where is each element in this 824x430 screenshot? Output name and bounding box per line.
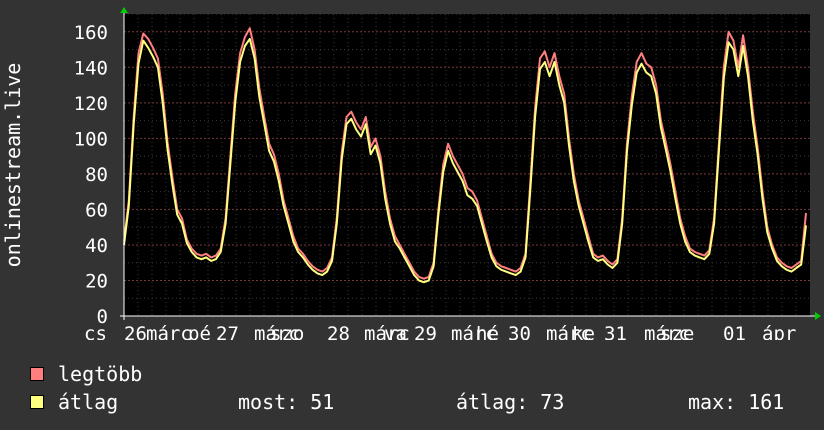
x-tick-label: 01: [723, 323, 746, 340]
legend-label-avg: átlag: [58, 390, 119, 414]
x-tick-label: pé: [188, 323, 211, 340]
x-tick-label: 29: [414, 323, 437, 340]
y-tick-label: 100: [74, 128, 108, 150]
x-tick-labels: cs 26 márcpé 27 márcszo 28 márcva 29 márché 30 már…: [84, 323, 796, 340]
x-tick-label: 30: [508, 323, 531, 340]
chart: 020406080100120140160 cs 26 márcpé 27 márcsz…: [1, 7, 821, 340]
y-tick-label: 160: [74, 22, 108, 44]
x-tick-label: 31: [604, 323, 627, 340]
legend-label-max: legtöbb: [58, 362, 143, 386]
x-tick-label: sze: [660, 323, 694, 340]
x-tick-label: márc: [146, 323, 192, 340]
x-tick-label: szo: [270, 323, 304, 340]
x-tick-label: 27: [216, 323, 239, 340]
x-axis-arrow-icon: [815, 312, 821, 320]
stat-average: átlag: 73: [456, 390, 565, 414]
y-tick-label: 120: [74, 93, 108, 115]
x-tick-label: va: [384, 323, 407, 340]
stat-maximum: max: 161: [688, 390, 785, 414]
x-tick-label: ke: [572, 323, 595, 340]
x-tick-label: 26: [124, 323, 147, 340]
legend-item-avg: átlag: [30, 390, 118, 414]
stat-current: most: 51: [238, 390, 335, 414]
x-tick-label: 28: [327, 323, 350, 340]
legend-swatch-avg: [30, 395, 44, 409]
legend: legtöbb átlag most: 51 átlag: 73 max: 16…: [30, 362, 810, 422]
x-tick-label: cs: [84, 323, 107, 340]
plot-background: [124, 14, 810, 316]
y-axis-label: onlinestream.live: [1, 63, 25, 268]
y-tick-label: 20: [85, 270, 108, 292]
x-tick-label: hé: [476, 323, 499, 340]
y-axis-arrow-icon: [120, 7, 128, 13]
x-tick-label: ápr: [762, 323, 796, 340]
y-tick-label: 140: [74, 57, 108, 79]
y-tick-labels: 020406080100120140160: [74, 22, 108, 328]
y-tick-label: 60: [85, 199, 108, 221]
legend-swatch-max: [30, 367, 44, 381]
y-tick-label: 80: [85, 164, 108, 186]
y-tick-label: 40: [85, 235, 108, 257]
legend-item-max: legtöbb: [30, 362, 142, 386]
